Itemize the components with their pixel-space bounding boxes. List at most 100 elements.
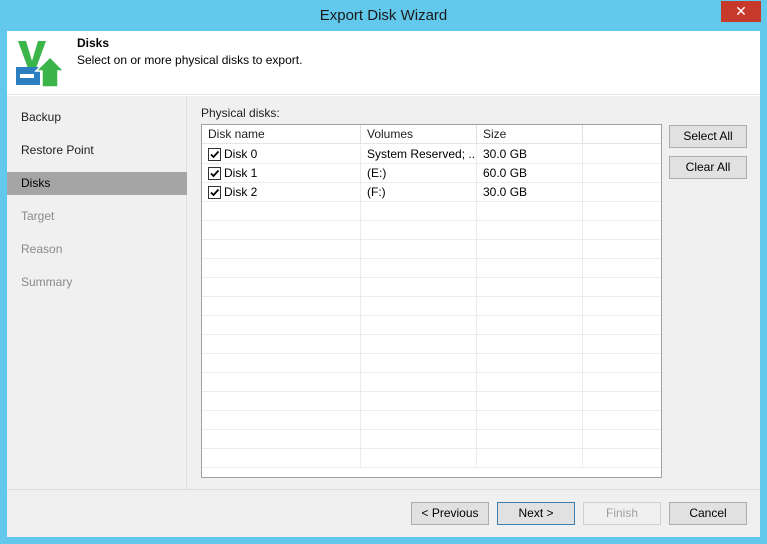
empty-cell xyxy=(361,335,477,354)
disk-name: Disk 2 xyxy=(224,185,258,199)
wizard-steps: Backup Restore Point Disks Target Reason… xyxy=(7,96,187,489)
empty-cell xyxy=(202,221,361,240)
empty-cell xyxy=(477,259,583,278)
volumes-cell: (F:) xyxy=(361,183,477,202)
wizard-client: Disks Select on or more physical disks t… xyxy=(7,31,760,537)
empty-cell xyxy=(361,297,477,316)
disk-name: Disk 0 xyxy=(224,147,258,161)
disk-name: Disk 1 xyxy=(224,166,258,180)
table-row[interactable]: Disk 2 (F:) 30.0 GB xyxy=(202,183,661,202)
empty-cell xyxy=(361,392,477,411)
clear-all-button[interactable]: Clear All xyxy=(669,156,747,179)
close-icon: ✕ xyxy=(735,3,747,19)
empty-cell xyxy=(202,316,361,335)
column-size[interactable]: Size xyxy=(477,125,583,144)
step-disks[interactable]: Disks xyxy=(7,172,187,195)
wizard-body: Backup Restore Point Disks Target Reason… xyxy=(7,96,760,537)
empty-cell xyxy=(477,240,583,259)
empty-row xyxy=(202,240,661,259)
volumes-cell: (E:) xyxy=(361,164,477,183)
column-volumes[interactable]: Volumes xyxy=(361,125,477,144)
window-frame: Export Disk Wizard ✕ Disks Select on or … xyxy=(0,0,767,544)
empty-cell xyxy=(583,297,661,316)
step-summary: Summary xyxy=(21,275,73,289)
empty-cell xyxy=(361,259,477,278)
empty-cell xyxy=(477,335,583,354)
close-button[interactable]: ✕ xyxy=(721,1,761,22)
disk-checkbox[interactable] xyxy=(208,167,221,180)
disk-checkbox[interactable] xyxy=(208,148,221,161)
empty-cell xyxy=(361,221,477,240)
empty-cell xyxy=(202,392,361,411)
disks-table[interactable]: Disk name Volumes Size Disk 0 System Rese… xyxy=(201,124,662,478)
empty-row xyxy=(202,259,661,278)
veeam-export-icon xyxy=(14,37,66,89)
empty-row xyxy=(202,354,661,373)
disk-name-cell: Disk 2 xyxy=(202,183,361,202)
size-cell: 30.0 GB xyxy=(477,145,583,164)
previous-button[interactable]: < Previous xyxy=(411,502,489,525)
table-row[interactable]: Disk 1 (E:) 60.0 GB xyxy=(202,164,661,183)
size-cell: 60.0 GB xyxy=(477,164,583,183)
disk-checkbox[interactable] xyxy=(208,186,221,199)
table-header: Disk name Volumes Size xyxy=(202,125,661,144)
empty-cell xyxy=(202,373,361,392)
checkmark-icon xyxy=(210,169,220,178)
filler-cell xyxy=(583,145,661,164)
empty-cell xyxy=(202,278,361,297)
select-all-button[interactable]: Select All xyxy=(669,125,747,148)
empty-cell xyxy=(202,411,361,430)
empty-cell xyxy=(477,316,583,335)
disk-name-cell: Disk 1 xyxy=(202,164,361,183)
empty-row xyxy=(202,392,661,411)
finish-button: Finish xyxy=(583,502,661,525)
empty-row xyxy=(202,278,661,297)
empty-cell xyxy=(583,354,661,373)
empty-cell xyxy=(361,449,477,468)
next-button[interactable]: Next > xyxy=(497,502,575,525)
wizard-footer: < Previous Next > Finish Cancel xyxy=(7,489,760,537)
empty-cell xyxy=(361,202,477,221)
empty-cell xyxy=(202,259,361,278)
empty-cell xyxy=(583,202,661,221)
cancel-button[interactable]: Cancel xyxy=(669,502,747,525)
disks-panel: Physical disks: Disk name Volumes Size D… xyxy=(188,96,760,489)
empty-cell xyxy=(361,373,477,392)
empty-row xyxy=(202,316,661,335)
empty-cell xyxy=(477,221,583,240)
empty-cell xyxy=(477,278,583,297)
empty-cell xyxy=(202,430,361,449)
step-target: Target xyxy=(21,209,55,223)
empty-row xyxy=(202,411,661,430)
table-row[interactable]: Disk 0 System Reserved; ... 30.0 GB xyxy=(202,145,661,164)
empty-cell xyxy=(583,316,661,335)
empty-cell xyxy=(477,297,583,316)
empty-cell xyxy=(202,297,361,316)
empty-cell xyxy=(361,354,477,373)
step-reason: Reason xyxy=(21,242,63,256)
step-backup[interactable]: Backup xyxy=(7,106,187,129)
empty-cell xyxy=(477,373,583,392)
window-title: Export Disk Wizard xyxy=(319,7,448,24)
empty-row xyxy=(202,373,661,392)
disk-name-cell: Disk 0 xyxy=(202,145,361,164)
empty-row xyxy=(202,430,661,449)
checkmark-icon xyxy=(210,150,220,159)
step-restore-point[interactable]: Restore Point xyxy=(7,139,187,162)
physical-disks-label: Physical disks: xyxy=(201,106,280,120)
column-disk-name[interactable]: Disk name xyxy=(202,125,361,144)
empty-cell xyxy=(202,335,361,354)
empty-cell xyxy=(477,202,583,221)
empty-cell xyxy=(583,430,661,449)
empty-row xyxy=(202,449,661,468)
empty-cell xyxy=(361,278,477,297)
wizard-header: Disks Select on or more physical disks t… xyxy=(7,31,760,95)
empty-cell xyxy=(477,430,583,449)
empty-cell xyxy=(202,354,361,373)
empty-cell xyxy=(583,278,661,297)
empty-cell xyxy=(477,392,583,411)
title-bar[interactable]: Export Disk Wizard ✕ xyxy=(0,0,767,31)
empty-cell xyxy=(202,240,361,259)
empty-cell xyxy=(583,373,661,392)
empty-cell xyxy=(361,411,477,430)
